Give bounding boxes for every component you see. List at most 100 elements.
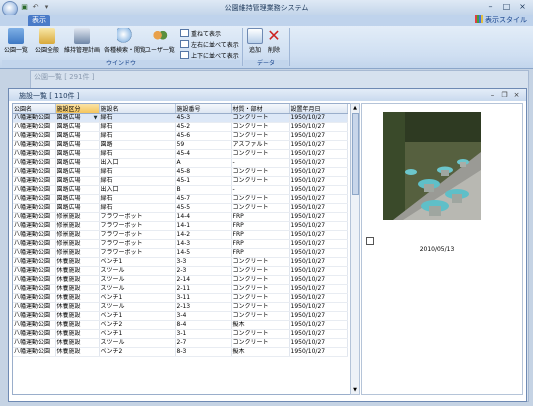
table-cell[interactable]: FRP <box>231 248 290 258</box>
restore-icon[interactable]: ❐ <box>499 90 510 100</box>
close-icon[interactable]: × <box>511 90 522 100</box>
table-cell[interactable]: 1950/10/27 <box>289 212 348 222</box>
table-cell[interactable]: 八幡運動公園 <box>13 293 56 303</box>
table-cell[interactable]: 45-8 <box>175 167 232 177</box>
table-cell[interactable]: 1950/10/27 <box>289 266 348 276</box>
tab-view[interactable]: 表示 <box>28 15 50 26</box>
table-cell[interactable]: 八幡運動公園 <box>13 257 56 267</box>
table-cell[interactable]: 1950/10/27 <box>289 293 348 303</box>
table-cell[interactable]: 八幡運動公園 <box>13 338 56 348</box>
table-cell[interactable]: 14-5 <box>175 248 232 258</box>
table-cell[interactable]: 出入口 <box>99 185 176 195</box>
table-cell[interactable]: 45-7 <box>175 194 232 204</box>
table-cell[interactable]: コンクリート <box>231 338 290 348</box>
table-cell[interactable]: 45-4 <box>175 149 232 159</box>
table-row[interactable]: 八幡運動公園 園路広場 出入口 A -1950/10/27 <box>13 158 348 168</box>
table-cell[interactable]: 45-1 <box>175 176 232 186</box>
table-cell[interactable]: 8-3 <box>175 347 232 357</box>
table-cell[interactable]: コンクリート <box>231 266 290 276</box>
table-cell[interactable]: 2-11 <box>175 284 232 294</box>
table-cell[interactable]: 縁石 <box>99 167 176 177</box>
table-row[interactable]: 八幡運動公園 園路広場 縁石 45-5 コンクリート 1950/10/27 <box>13 203 348 213</box>
table-cell[interactable]: 1950/10/27 <box>289 275 348 285</box>
facility-grid[interactable]: 公園名 施設区分 施設名 施設番号 材質・部材 設置年月日 八幡運動公園 園路広場… <box>12 103 351 395</box>
table-cell[interactable]: - <box>231 185 290 195</box>
table-cell[interactable]: 園路広場 <box>55 158 100 168</box>
table-cell[interactable]: 縁石 <box>99 149 176 159</box>
minimize-icon[interactable]: – <box>487 90 498 100</box>
table-cell[interactable]: 八幡運動公園 <box>13 329 56 339</box>
maximize-icon[interactable]: □ <box>499 1 514 12</box>
table-cell[interactable]: アスファルト <box>231 140 290 150</box>
table-cell[interactable]: 45-6 <box>175 131 232 141</box>
table-cell[interactable]: 1950/10/27 <box>289 311 348 321</box>
table-cell[interactable]: 八幡運動公園 <box>13 185 56 195</box>
table-cell[interactable]: 3-3 <box>175 257 232 267</box>
table-cell[interactable]: 45-3 <box>175 113 232 123</box>
table-cell[interactable]: コンクリート <box>231 284 290 294</box>
table-cell[interactable]: 14-1 <box>175 221 232 231</box>
table-cell[interactable]: 休養施設 <box>55 257 100 267</box>
table-cell[interactable]: 2-3 <box>175 266 232 276</box>
table-cell[interactable]: 1950/10/27 <box>289 239 348 249</box>
table-row[interactable]: 八幡運動公園 園路広場 縁石 45-2 コンクリート 1950/10/27 <box>13 122 348 132</box>
table-cell[interactable]: 八幡運動公園 <box>13 248 56 258</box>
dropdown-arrow-icon[interactable]: ▼ <box>94 114 98 122</box>
table-cell[interactable]: 修景施設 <box>55 248 100 258</box>
grid-vertical-scrollbar[interactable]: ▲ ▼ <box>350 103 360 395</box>
table-cell[interactable]: 1950/10/27 <box>289 122 348 132</box>
table-cell[interactable]: 1950/10/27 <box>289 248 348 258</box>
table-cell[interactable]: A <box>175 158 232 168</box>
table-cell[interactable]: 園路広場 <box>55 149 100 159</box>
table-cell[interactable]: コンクリート <box>231 131 290 141</box>
cascade-button[interactable]: 重ねて表示 <box>180 29 221 38</box>
table-cell[interactable]: 1950/10/27 <box>289 185 348 195</box>
table-cell[interactable]: 休養施設 <box>55 266 100 276</box>
table-row[interactable]: 八幡運動公園 休養施設 ベンチ1 3-4 コンクリート 1950/10/27 <box>13 311 348 321</box>
table-cell[interactable]: 1950/10/27 <box>289 167 348 177</box>
table-cell[interactable]: 園路広場 <box>55 194 100 204</box>
column-header[interactable]: 設置年月日 <box>289 104 348 114</box>
table-cell[interactable]: 園路 <box>99 140 176 150</box>
table-row[interactable]: 八幡運動公園 園路広場 縁石 45-7 コンクリート 1950/10/27 <box>13 194 348 204</box>
table-cell[interactable]: 八幡運動公園 <box>13 212 56 222</box>
table-cell[interactable]: コンクリート <box>231 275 290 285</box>
table-cell[interactable]: ベンチ1 <box>99 329 176 339</box>
table-cell[interactable]: 修景施設 <box>55 239 100 249</box>
maintenance-plan-button[interactable]: 維持管理計画 <box>64 28 100 54</box>
table-row[interactable]: 八幡運動公園 修景施設 フラワーポット 14-5 FRP 1950/10/27 <box>13 248 348 258</box>
table-cell[interactable]: コンクリート <box>231 194 290 204</box>
table-cell[interactable]: 1950/10/27 <box>289 149 348 159</box>
scroll-thumb[interactable] <box>352 113 359 195</box>
table-cell[interactable]: 八幡運動公園 <box>13 275 56 285</box>
table-cell[interactable]: 休養施設 <box>55 302 100 312</box>
table-cell[interactable]: 1950/10/27 <box>289 347 348 357</box>
table-cell[interactable]: FRP <box>231 212 290 222</box>
table-cell[interactable]: フラワーポット <box>99 239 176 249</box>
table-cell[interactable]: コンクリート <box>231 122 290 132</box>
table-cell[interactable]: 八幡運動公園 <box>13 311 56 321</box>
table-cell[interactable]: ベンチ2 <box>99 347 176 357</box>
table-cell[interactable]: 1950/10/27 <box>289 203 348 213</box>
table-cell[interactable]: コンクリート <box>231 149 290 159</box>
table-cell[interactable]: フラワーポット <box>99 221 176 231</box>
table-cell[interactable]: 59 <box>175 140 232 150</box>
table-cell[interactable]: コンクリート <box>231 302 290 312</box>
table-cell[interactable]: 修景施設 <box>55 221 100 231</box>
table-cell[interactable]: 擬木 <box>231 347 290 357</box>
table-cell[interactable]: 休養施設 <box>55 320 100 330</box>
table-cell[interactable]: コンクリート <box>231 329 290 339</box>
table-row[interactable]: 八幡運動公園 修景施設 フラワーポット 14-3 FRP 1950/10/27 <box>13 239 348 249</box>
table-cell[interactable]: 八幡運動公園 <box>13 203 56 213</box>
table-cell[interactable]: 14-2 <box>175 230 232 240</box>
table-cell[interactable]: 1950/10/27 <box>289 338 348 348</box>
table-cell[interactable]: 8-4 <box>175 320 232 330</box>
table-cell[interactable]: 3-11 <box>175 293 232 303</box>
table-cell[interactable]: 修景施設 <box>55 230 100 240</box>
table-cell[interactable]: 1950/10/27 <box>289 329 348 339</box>
table-cell[interactable]: 1950/10/27 <box>289 284 348 294</box>
column-header[interactable]: 材質・部材 <box>231 104 290 114</box>
table-cell[interactable]: 1950/10/27 <box>289 302 348 312</box>
table-cell[interactable]: 1950/10/27 <box>289 158 348 168</box>
table-cell[interactable]: コンクリート <box>231 293 290 303</box>
